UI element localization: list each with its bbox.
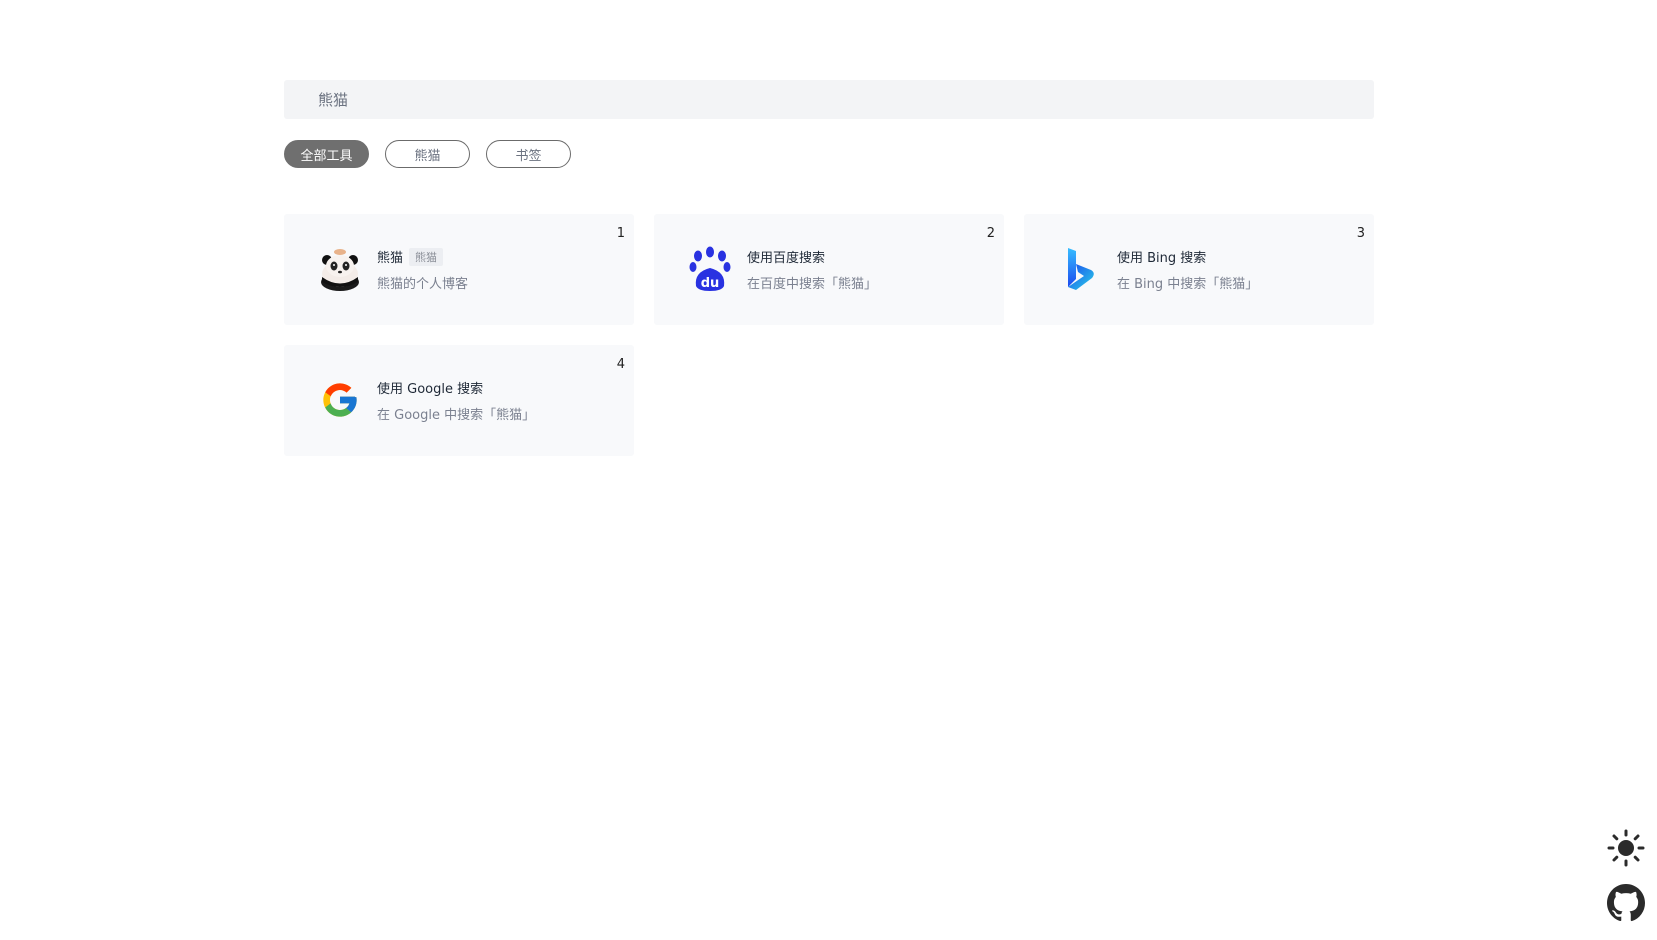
result-title-row: 使用百度搜索 — [747, 247, 825, 266]
result-title: 使用 Google 搜索 — [377, 382, 484, 397]
google-icon — [318, 377, 362, 423]
result-index: 4 — [616, 357, 625, 372]
result-description: 在 Google 中搜索「熊猫」 — [377, 408, 536, 423]
search-input[interactable] — [316, 89, 1374, 110]
result-title-row: 熊猫 熊猫 — [377, 247, 444, 266]
result-description: 熊猫的个人博客 — [377, 277, 469, 292]
result-title-row: 使用 Bing 搜索 — [1117, 247, 1206, 266]
filter-all-tools[interactable]: 全部工具 — [284, 140, 369, 168]
filter-tabs: 全部工具 熊猫 书签 — [284, 140, 1374, 168]
result-index: 1 — [616, 226, 625, 241]
result-card-panda[interactable]: 1 熊猫 熊猫 熊猫的个人博客 — [284, 214, 634, 325]
result-description: 在百度中搜索「熊猫」 — [747, 277, 878, 292]
bing-icon — [1058, 246, 1102, 292]
github-icon[interactable] — [1607, 884, 1645, 926]
baidu-icon: du — [688, 246, 732, 292]
results-grid: 1 熊猫 熊猫 熊猫的个人博客 2 du 使用百度搜索 在百度中搜索「熊猫」 3… — [284, 214, 1374, 456]
theme-toggle-sun-icon[interactable] — [1607, 829, 1645, 871]
result-title: 使用百度搜索 — [747, 251, 826, 266]
filter-bookmarks[interactable]: 书签 — [486, 140, 571, 168]
result-card-bing[interactable]: 3 使用 Bing 搜索 在 Bing 中搜索「熊猫」 — [1024, 214, 1374, 325]
result-card-baidu[interactable]: 2 du 使用百度搜索 在百度中搜索「熊猫」 — [654, 214, 1004, 325]
result-title-row: 使用 Google 搜索 — [377, 378, 483, 397]
result-card-google[interactable]: 4 使用 Google 搜索 在 Google 中搜索「熊猫」 — [284, 345, 634, 456]
result-description: 在 Bing 中搜索「熊猫」 — [1117, 277, 1259, 292]
filter-panda[interactable]: 熊猫 — [385, 140, 470, 168]
panda-icon — [318, 246, 362, 292]
svg-text:du: du — [701, 276, 720, 291]
main-container: 全部工具 熊猫 书签 1 — [284, 80, 1374, 456]
result-index: 3 — [1356, 226, 1365, 241]
result-title: 熊猫 — [377, 251, 404, 266]
search-bar[interactable] — [284, 80, 1374, 119]
result-title: 使用 Bing 搜索 — [1117, 251, 1207, 266]
result-tag: 熊猫 — [409, 247, 444, 266]
result-index: 2 — [986, 226, 995, 241]
